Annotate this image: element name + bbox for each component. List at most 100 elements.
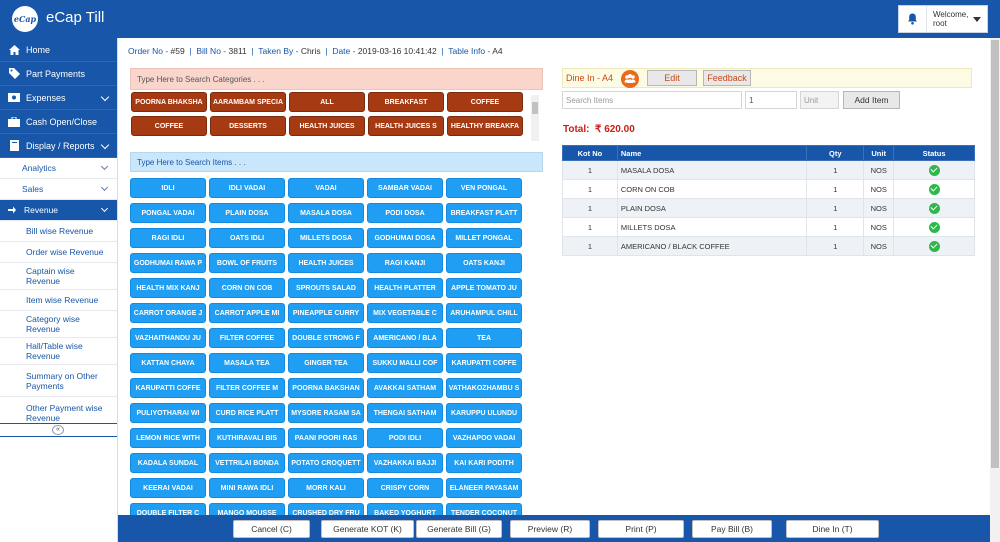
item-button[interactable]: VAZHAPOO VADAI (446, 428, 522, 448)
item-button[interactable]: GINGER TEA (288, 353, 364, 373)
item-button[interactable]: PLAIN DOSA (209, 203, 285, 223)
sidebar-item-category-wise-revenue[interactable]: Category wise Revenue (0, 311, 117, 338)
category-button[interactable]: COFFEE (131, 116, 207, 136)
item-button[interactable]: VAZHAITHANDU JU (130, 328, 206, 348)
item-button[interactable]: TENDER COCONUT (446, 503, 522, 515)
item-button[interactable]: VATHAKOZHAMBU S (446, 378, 522, 398)
item-button[interactable]: AMERICANO / BLA (367, 328, 443, 348)
item-button[interactable]: CURD RICE PLATT (209, 403, 285, 423)
item-button[interactable]: RAGI IDLI (130, 228, 206, 248)
print-button[interactable]: Print (P) (598, 520, 684, 538)
item-button[interactable]: SPROUTS SALAD (288, 278, 364, 298)
category-button[interactable]: DESSERTS (210, 116, 286, 136)
category-button[interactable]: HEALTH JUICES (289, 116, 365, 136)
table-row[interactable]: 1 AMERICANO / BLACK COFFEE 1 NOS (562, 236, 975, 256)
bell-icon[interactable] (899, 6, 927, 32)
item-button[interactable]: ELANEER PAYASAM (446, 478, 522, 498)
item-button[interactable]: FILTER COFFEE M (209, 378, 285, 398)
item-button[interactable]: KATTAN CHAYA (130, 353, 206, 373)
chevron-down-icon[interactable] (100, 92, 110, 102)
item-button[interactable]: PAANI POORI RAS (288, 428, 364, 448)
category-button[interactable]: HEALTHY BREAKFA (447, 116, 523, 136)
collapse-sidebar-button[interactable]: « (52, 425, 64, 435)
item-button[interactable]: FILTER COFFEE (209, 328, 285, 348)
category-button[interactable]: COFFEE (447, 92, 523, 112)
item-button[interactable]: ARUHAMPUL CHILL (446, 303, 522, 323)
category-button[interactable]: POORNA BHAKSHA (131, 92, 207, 112)
item-button[interactable]: DOUBLE FILTER C (130, 503, 206, 515)
item-button[interactable]: POORNA BAKSHAN (288, 378, 364, 398)
item-button[interactable]: BAKED YOGHURT (367, 503, 443, 515)
item-button[interactable]: GODHUMAI DOSA (367, 228, 443, 248)
scroll-thumb[interactable] (991, 40, 999, 468)
item-button[interactable]: KEERAI VADAI (130, 478, 206, 498)
item-button[interactable]: POTATO CROQUETT (288, 453, 364, 473)
item-button[interactable]: RAGI KANJI (367, 253, 443, 273)
item-button[interactable]: MILLET PONGAL (446, 228, 522, 248)
quantity-input[interactable]: 1 (745, 91, 797, 109)
chevron-down-icon[interactable] (973, 16, 981, 22)
item-button[interactable]: OATS KANJI (446, 253, 522, 273)
chevron-down-icon[interactable] (100, 204, 109, 213)
item-button[interactable]: PINEAPPLE CURRY (288, 303, 364, 323)
generate-bill-button[interactable]: Generate Bill (G) (416, 520, 502, 538)
item-button[interactable]: MIX VEGETABLE C (367, 303, 443, 323)
item-button[interactable]: CRISPY CORN (367, 478, 443, 498)
preview-button[interactable]: Preview (R) (510, 520, 590, 538)
item-button[interactable]: BOWL OF FRUITS (209, 253, 285, 273)
item-button[interactable]: OATS IDLI (209, 228, 285, 248)
item-button[interactable]: VADAI (288, 178, 364, 198)
sidebar-item-summary-other-payments[interactable]: Summary on Other Payments (0, 365, 117, 397)
item-button[interactable]: THENGAI SATHAM (367, 403, 443, 423)
item-button[interactable]: APPLE TOMATO JU (446, 278, 522, 298)
app-logo[interactable]: eCap (12, 6, 38, 32)
generate-kot-button[interactable]: Generate KOT (K) (321, 520, 414, 538)
item-button[interactable]: IDLI VADAI (209, 178, 285, 198)
cancel-button[interactable]: Cancel (C) (233, 520, 310, 538)
sidebar-item-order-wise-revenue[interactable]: Order wise Revenue (0, 242, 117, 263)
page-scrollbar[interactable] (990, 38, 1000, 542)
item-button[interactable]: SAMBAR VADAI (367, 178, 443, 198)
table-row[interactable]: 1 MASALA DOSA 1 NOS (562, 160, 975, 180)
item-button[interactable]: CARROT APPLE MI (209, 303, 285, 323)
item-button[interactable]: KARUPATTI COFFE (130, 378, 206, 398)
item-button[interactable]: VEN PONGAL (446, 178, 522, 198)
item-button[interactable]: KADALA SUNDAL (130, 453, 206, 473)
category-scrollbar[interactable] (531, 95, 539, 141)
item-button[interactable]: KAI KARI PODITH (446, 453, 522, 473)
item-button[interactable]: SUKKU MALLI COF (367, 353, 443, 373)
category-button[interactable]: AARAMBAM SPECIA (210, 92, 286, 112)
table-row[interactable]: 1 PLAIN DOSA 1 NOS (562, 198, 975, 218)
item-button[interactable]: MORR KALI (288, 478, 364, 498)
item-button[interactable]: VETTRILAI BONDA (209, 453, 285, 473)
unit-input[interactable]: Unit (800, 91, 839, 109)
people-icon[interactable] (621, 70, 639, 88)
sidebar-item-item-wise-revenue[interactable]: Item wise Revenue (0, 290, 117, 311)
item-button[interactable]: CRUSHED DRY FRU (288, 503, 364, 515)
sidebar-item-revenue[interactable]: Revenue (0, 200, 117, 221)
search-items-input[interactable]: Search Items (562, 91, 742, 109)
item-search-input[interactable]: Type Here to Search Items . . . (130, 152, 543, 172)
item-button[interactable]: KARUPATTI COFFE (446, 353, 522, 373)
item-button[interactable]: KARUPPU ULUNDU (446, 403, 522, 423)
chevron-down-icon[interactable] (100, 162, 109, 171)
sidebar-item-part-payments[interactable]: Part Payments (0, 62, 117, 86)
item-button[interactable]: AVAKKAI SATHAM (367, 378, 443, 398)
user-menu[interactable]: Welcome, root (898, 5, 988, 33)
item-button[interactable]: HEALTH MIX KANJ (130, 278, 206, 298)
table-row[interactable]: 1 MILLETS DOSA 1 NOS (562, 217, 975, 237)
feedback-button[interactable]: Feedback (703, 70, 751, 86)
sidebar-item-bill-wise-revenue[interactable]: Bill wise Revenue (0, 221, 117, 242)
add-item-button[interactable]: Add Item (843, 91, 900, 109)
item-button[interactable]: MILLETS DOSA (288, 228, 364, 248)
item-button[interactable]: TEA (446, 328, 522, 348)
item-button[interactable]: MASALA TEA (209, 353, 285, 373)
dine-in-button[interactable]: Dine In (T) (786, 520, 879, 538)
category-button[interactable]: ALL (289, 92, 365, 112)
item-button[interactable]: GODHUMAI RAWA P (130, 253, 206, 273)
item-button[interactable]: MINI RAWA IDLI (209, 478, 285, 498)
item-button[interactable]: DOUBLE STRONG F (288, 328, 364, 348)
edit-button[interactable]: Edit (647, 70, 697, 86)
item-button[interactable]: VAZHAKKAI BAJJI (367, 453, 443, 473)
sidebar-item-cash-open-close[interactable]: Cash Open/Close (0, 110, 117, 134)
